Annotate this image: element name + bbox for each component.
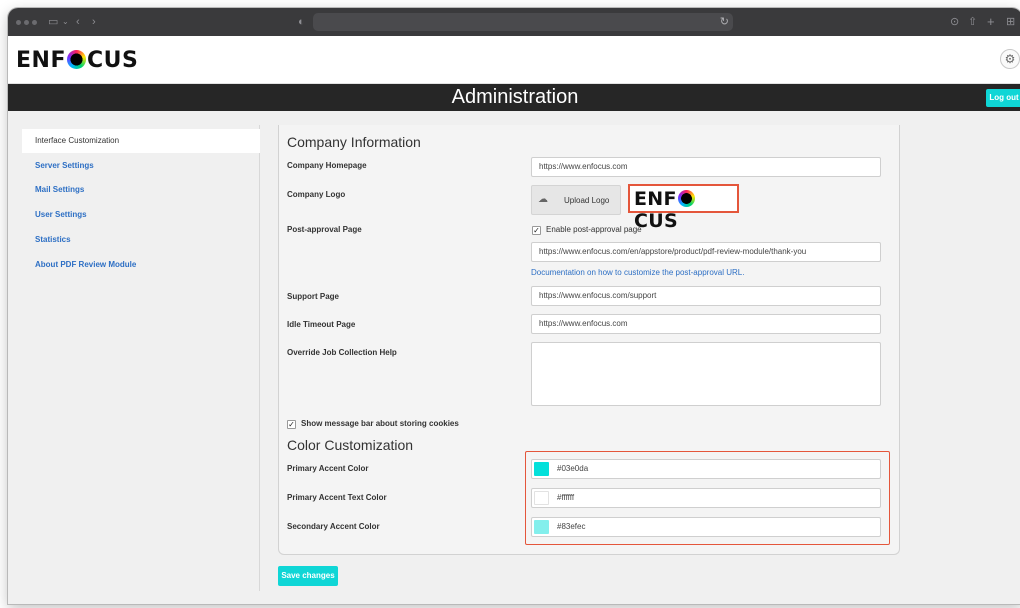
primary-accent-text-label: Primary Accent Text Color xyxy=(287,493,387,502)
title-bar: Administration Log out xyxy=(8,84,1020,111)
settings-card: Company Information Company Homepage htt… xyxy=(278,125,900,555)
save-changes-button[interactable]: Save changes xyxy=(278,566,338,586)
sidebar-item-interface-customization[interactable]: Interface Customization xyxy=(22,129,260,153)
browser-toolbar: ▭ ⌄ ‹ › ◐ ↻ ⊙ ⇧ + ⊞ xyxy=(8,8,1020,36)
logo-o-mark xyxy=(66,50,86,69)
enfocus-logo: ENF CUS xyxy=(16,48,139,73)
company-homepage-input[interactable]: https://www.enfocus.com xyxy=(531,157,881,177)
logout-button[interactable]: Log out xyxy=(986,89,1020,107)
override-help-label: Override Job Collection Help xyxy=(287,348,397,357)
secondary-accent-label: Secondary Accent Color xyxy=(287,522,380,531)
share-icon[interactable]: ⇧ xyxy=(968,14,977,30)
window-close-dot[interactable] xyxy=(16,20,21,25)
cookies-checkbox[interactable]: ✓ xyxy=(287,420,296,429)
post-approval-doc-link[interactable]: Documentation on how to customize the po… xyxy=(531,267,744,279)
support-page-label: Support Page xyxy=(287,292,340,301)
cloud-upload-icon: ☁ xyxy=(538,194,548,205)
page-title: Administration xyxy=(451,86,579,108)
download-icon[interactable]: ⊙ xyxy=(950,14,959,30)
enable-post-approval-label: Enable post-approval page xyxy=(546,225,642,234)
reload-icon[interactable]: ↻ xyxy=(720,14,729,30)
idle-timeout-input[interactable]: https://www.enfocus.com xyxy=(531,314,881,334)
browser-window: ▭ ⌄ ‹ › ◐ ↻ ⊙ ⇧ + ⊞ ENF CUS ⚙ Administrat… xyxy=(8,8,1020,604)
primary-accent-swatch[interactable] xyxy=(534,462,549,476)
back-icon[interactable]: ‹ xyxy=(76,14,80,30)
sidebar-item-user-settings[interactable]: User Settings xyxy=(22,203,260,227)
app-header: ENF CUS ⚙ xyxy=(8,36,1020,84)
tabs-overview-icon[interactable]: ⊞ xyxy=(1006,14,1015,30)
sidebar-item-mail-settings[interactable]: Mail Settings xyxy=(22,178,260,202)
idle-timeout-label: Idle Timeout Page xyxy=(287,320,356,329)
support-page-input[interactable]: https://www.enfocus.com/support xyxy=(531,286,881,306)
sidebar-item-server-settings[interactable]: Server Settings xyxy=(22,154,260,178)
primary-accent-input[interactable]: #03e0da xyxy=(531,459,881,479)
shield-icon: ◐ xyxy=(298,16,305,28)
cookies-label: Show message bar about storing cookies xyxy=(301,419,459,428)
upload-logo-label: Upload Logo xyxy=(564,196,610,205)
content-area: Interface Customization Server Settings … xyxy=(8,111,1020,604)
enable-post-approval-checkbox[interactable]: ✓ xyxy=(532,226,541,235)
secondary-accent-input[interactable]: #83efec xyxy=(531,517,881,537)
post-approval-url-input[interactable]: https://www.enfocus.com/en/appstore/prod… xyxy=(531,242,881,262)
primary-accent-text-swatch[interactable] xyxy=(534,491,549,505)
sidebar-item-statistics[interactable]: Statistics xyxy=(22,228,260,252)
forward-icon[interactable]: › xyxy=(92,14,96,30)
sidebar: Interface Customization Server Settings … xyxy=(22,125,260,591)
override-help-textarea[interactable] xyxy=(531,342,881,406)
chevron-down-icon[interactable]: ⌄ xyxy=(62,14,69,30)
company-logo-preview: ENFCUS xyxy=(628,184,739,232)
color-customization-heading: Color Customization xyxy=(287,437,414,453)
company-info-heading: Company Information xyxy=(287,134,421,150)
primary-accent-text-input[interactable]: #ffffff xyxy=(531,488,881,508)
secondary-accent-swatch[interactable] xyxy=(534,520,549,534)
window-minimize-dot[interactable] xyxy=(24,20,29,25)
address-bar[interactable]: ↻ xyxy=(313,13,733,31)
company-logo-label: Company Logo xyxy=(287,190,346,199)
gear-icon[interactable]: ⚙ xyxy=(1000,49,1020,69)
window-zoom-dot[interactable] xyxy=(32,20,37,25)
post-approval-label: Post-approval Page xyxy=(287,225,362,234)
new-tab-icon[interactable]: + xyxy=(987,14,995,30)
company-homepage-label: Company Homepage xyxy=(287,161,367,170)
upload-logo-button[interactable]: ☁ Upload Logo xyxy=(531,185,621,215)
primary-accent-label: Primary Accent Color xyxy=(287,464,369,473)
sidebar-icon[interactable]: ▭ xyxy=(48,14,58,30)
sidebar-item-about[interactable]: About PDF Review Module xyxy=(22,253,260,277)
logo-o-mark xyxy=(677,190,695,207)
